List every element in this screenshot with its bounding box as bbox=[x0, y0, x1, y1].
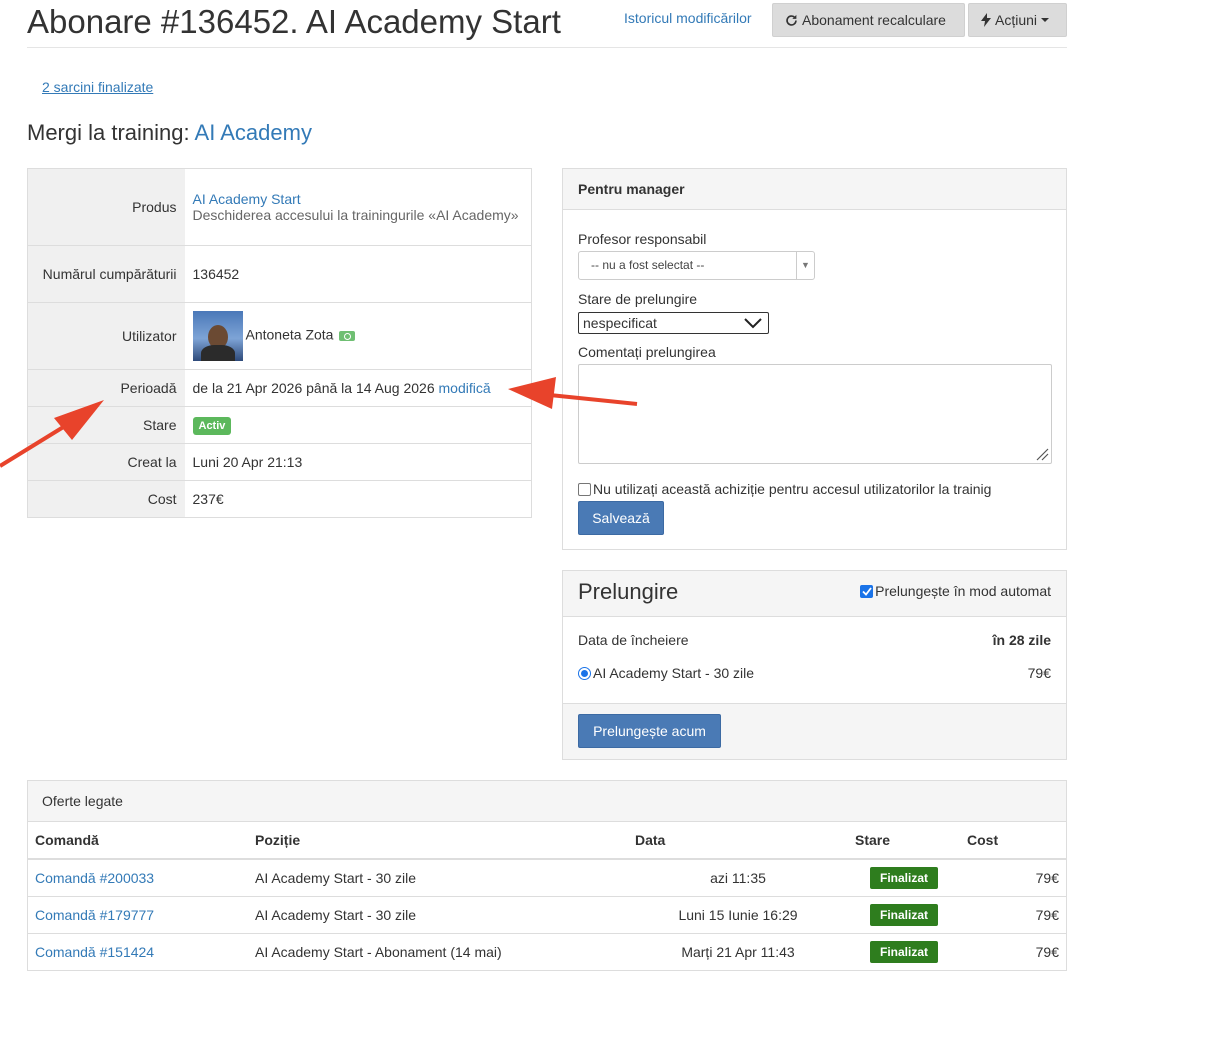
money-icon bbox=[339, 331, 356, 341]
details-row-created: Creat la Luni 20 Apr 21:13 bbox=[27, 443, 532, 481]
chevron-down-icon bbox=[744, 318, 762, 329]
teacher-select[interactable]: -- nu a fost selectat -- ▼ bbox=[578, 251, 815, 280]
period-modify-link[interactable]: modifică bbox=[439, 380, 491, 396]
check-icon bbox=[861, 586, 872, 596]
order-link[interactable]: Comandă #200033 bbox=[35, 870, 154, 886]
position-cell: AI Academy Start - 30 zile bbox=[255, 869, 417, 886]
cost-cell: 79€ bbox=[960, 932, 1066, 970]
status-badge: Activ bbox=[192, 416, 232, 435]
teacher-select-value: -- nu a fost selectat -- bbox=[591, 258, 705, 272]
page-header: Abonare #136452. AI Academy Start Istori… bbox=[27, 0, 1067, 48]
linked-offers-panel: Oferte legate Comandă Poziție Data Stare… bbox=[27, 780, 1067, 971]
status-badge: Finalizat bbox=[869, 866, 938, 889]
completed-tasks-link[interactable]: 2 sarcini finalizate bbox=[42, 79, 153, 95]
created-label: Creat la bbox=[27, 443, 185, 481]
product-description: Deschiderea accesului la trainingurile «… bbox=[192, 207, 519, 223]
column-header-status: Stare bbox=[848, 822, 960, 860]
extension-state-value: nespecificat bbox=[583, 315, 657, 331]
position-cell: AI Academy Start - 30 zile bbox=[248, 895, 628, 933]
cost-cell: 79€ bbox=[960, 895, 1066, 933]
status-label: Stare bbox=[27, 406, 185, 444]
column-header-order: Comandă bbox=[28, 822, 248, 860]
dropdown-arrow-icon: ▼ bbox=[796, 252, 814, 279]
date-cell: Luni 15 Iunie 16:29 bbox=[628, 895, 848, 933]
extension-state-label: Stare de prelungire bbox=[578, 291, 698, 307]
save-button[interactable]: Salvează bbox=[578, 501, 664, 535]
extension-option-row: AI Academy Start - 30 zile 79€ bbox=[578, 665, 1051, 681]
linked-offers-heading: Oferte legate bbox=[28, 781, 1066, 822]
date-cell: Marți 21 Apr 11:43 bbox=[628, 932, 848, 970]
details-row-status: Stare Activ bbox=[27, 406, 532, 444]
table-row: Comandă #179777 AI Academy Start - 30 zi… bbox=[28, 895, 1066, 933]
history-link[interactable]: Istoricul modificărilor bbox=[624, 10, 752, 26]
product-label: Produs bbox=[27, 168, 185, 246]
period-value: de la 21 Apr 2026 până la 14 Aug 2026 bbox=[192, 380, 435, 396]
table-row: Comandă #151424 AI Academy Start - Abona… bbox=[28, 932, 1066, 970]
user-label: Utilizator bbox=[27, 302, 185, 370]
cost-cell: 79€ bbox=[1035, 869, 1059, 886]
status-badge: Finalizat bbox=[869, 940, 938, 963]
created-value: Luni 20 Apr 21:13 bbox=[184, 443, 532, 481]
end-date-row: Data de încheiere în 28 zile bbox=[578, 632, 1051, 648]
no-access-checkbox[interactable] bbox=[578, 482, 591, 496]
extension-option-price: 79€ bbox=[1027, 665, 1051, 681]
table-row: Comandă #200033 AI Academy Start - 30 zi… bbox=[28, 859, 1066, 896]
extension-option-label[interactable]: AI Academy Start - 30 zile bbox=[593, 665, 754, 681]
extension-title: Prelungire bbox=[578, 579, 679, 604]
column-header-position: Poziție bbox=[248, 822, 628, 860]
cost-value: 237€ bbox=[184, 480, 532, 518]
refresh-icon bbox=[786, 14, 797, 26]
no-access-label[interactable]: Nu utilizați această achiziție pentru ac… bbox=[593, 481, 991, 497]
extend-now-button[interactable]: Prelungește acum bbox=[578, 714, 721, 748]
cost-label: Cost bbox=[27, 480, 185, 518]
offers-table: Comandă Poziție Data Stare Cost Comandă … bbox=[28, 822, 1066, 970]
training-link[interactable]: AI Academy bbox=[195, 120, 312, 145]
auto-extend-checkbox[interactable] bbox=[860, 584, 874, 598]
manager-panel-heading: Pentru manager bbox=[563, 169, 1066, 210]
auto-extend-row: Prelungește în mod automat bbox=[860, 583, 1051, 599]
position-cell: AI Academy Start - Abonament (14 mai) bbox=[248, 932, 628, 970]
details-row-cost: Cost 237€ bbox=[27, 480, 532, 518]
teacher-label: Profesor responsabil bbox=[578, 231, 707, 247]
recalc-button[interactable]: Abonament recalculare bbox=[772, 3, 965, 37]
auto-extend-label[interactable]: Prelungește în mod automat bbox=[875, 583, 1051, 599]
column-header-cost: Cost bbox=[960, 822, 1066, 860]
no-access-row: Nu utilizați această achiziție pentru ac… bbox=[578, 481, 991, 497]
details-row-user: Utilizator Antoneta Zota bbox=[27, 302, 532, 370]
end-date-label: Data de încheiere bbox=[578, 632, 689, 648]
product-link[interactable]: AI Academy Start bbox=[193, 191, 301, 207]
purchase-number-value: 136452 bbox=[184, 245, 532, 303]
extension-option-radio[interactable] bbox=[578, 667, 591, 680]
user-avatar[interactable] bbox=[192, 311, 243, 361]
training-heading: Mergi la training: AI Academy bbox=[27, 120, 312, 146]
bolt-icon bbox=[981, 13, 991, 27]
user-name-link[interactable]: Antoneta Zota bbox=[246, 327, 334, 343]
actions-button-label: Acțiuni bbox=[995, 12, 1038, 28]
end-date-value: în 28 zile bbox=[992, 632, 1051, 648]
comment-textarea[interactable] bbox=[578, 364, 1052, 464]
manager-panel: Pentru manager Profesor responsabil -- n… bbox=[562, 168, 1067, 550]
subscription-details-table: Produs AI Academy Start Deschiderea acce… bbox=[27, 168, 532, 518]
extension-state-select[interactable]: nespecificat bbox=[578, 312, 769, 334]
training-prefix: Mergi la training: bbox=[27, 120, 190, 145]
status-badge: Finalizat bbox=[869, 903, 938, 926]
period-label: Perioadă bbox=[27, 369, 185, 407]
extension-panel: Prelungire Prelungește în mod automat Da… bbox=[562, 570, 1067, 760]
order-link[interactable]: Comandă #151424 bbox=[35, 944, 154, 960]
page-title: Abonare #136452. AI Academy Start bbox=[27, 3, 561, 40]
comment-label: Comentați prelungirea bbox=[578, 344, 716, 360]
date-cell: azi 11:35 bbox=[710, 869, 766, 886]
order-link[interactable]: Comandă #179777 bbox=[35, 907, 154, 923]
actions-button[interactable]: Acțiuni bbox=[968, 3, 1067, 37]
purchase-number-label: Numărul cumpărăturii bbox=[27, 245, 185, 303]
caret-down-icon bbox=[1041, 18, 1050, 22]
details-row-period: Perioadă de la 21 Apr 2026 până la 14 Au… bbox=[27, 369, 532, 407]
details-row-purchase: Numărul cumpărăturii 136452 bbox=[27, 245, 532, 303]
details-row-product: Produs AI Academy Start Deschiderea acce… bbox=[27, 168, 532, 246]
column-header-date: Data bbox=[628, 822, 848, 860]
resize-handle-icon[interactable] bbox=[1035, 447, 1049, 461]
recalc-button-label: Abonament recalculare bbox=[802, 12, 946, 28]
